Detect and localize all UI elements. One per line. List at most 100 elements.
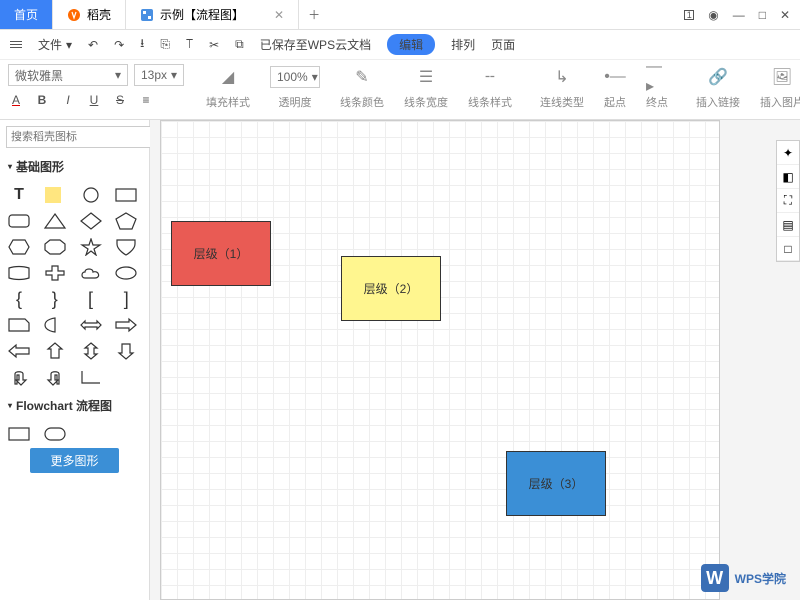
shape-search-input[interactable] <box>6 126 158 148</box>
shape-note[interactable] <box>42 185 68 205</box>
strikethrough-button[interactable]: S <box>112 92 128 108</box>
font-color-button[interactable]: A <box>8 92 24 108</box>
line-end-button[interactable]: —▸终点 <box>640 64 674 110</box>
category-flowchart[interactable]: ▾Flowchart 流程图 <box>0 393 149 418</box>
shape-arrow-u[interactable] <box>42 341 68 361</box>
user-avatar-icon[interactable]: ◉ <box>708 8 718 22</box>
copy-icon[interactable]: ⧉ <box>235 37 244 52</box>
line-style-button[interactable]: ╌线条样式 <box>462 64 518 110</box>
hamburger-icon[interactable] <box>10 41 22 48</box>
line-start-icon: •— <box>604 64 626 90</box>
pencil-icon: ✎ <box>355 64 368 90</box>
category-basic-shapes[interactable]: ▾基础图形 <box>0 154 149 179</box>
insert-image-button[interactable]: 🖼插入图片 <box>754 64 800 110</box>
shape-shield[interactable] <box>113 237 139 257</box>
shape-brace-left[interactable]: { <box>6 289 32 309</box>
shape-uturn-r[interactable] <box>42 367 68 387</box>
tab-home[interactable]: 首页 <box>0 0 53 29</box>
shape-diamond[interactable] <box>78 211 104 231</box>
menu-edit[interactable]: 编辑 <box>387 34 435 55</box>
shape-bracket-right[interactable]: ] <box>113 289 139 309</box>
format-painter-icon[interactable]: ⟙ <box>186 37 193 52</box>
compass-icon[interactable]: ✦ <box>777 141 799 165</box>
shape-drop[interactable] <box>42 315 68 335</box>
shape-card[interactable] <box>6 315 32 335</box>
page-icon[interactable]: □ <box>777 237 799 261</box>
shape-arrow-lr[interactable] <box>78 315 104 335</box>
line-color-button[interactable]: ✎线条颜色 <box>334 64 390 110</box>
fit-icon[interactable]: ⛶ <box>777 189 799 213</box>
menu-page[interactable]: 页面 <box>491 36 515 53</box>
shape-level-3[interactable]: 层级（3） <box>506 451 606 516</box>
bold-button[interactable]: B <box>34 92 50 108</box>
shape-star[interactable] <box>78 237 104 257</box>
fill-style-button[interactable]: ◢填充样式 <box>200 64 256 110</box>
shape-trapezoid[interactable] <box>6 263 32 283</box>
shape-brace-right[interactable]: } <box>42 289 68 309</box>
shape-ellipse[interactable] <box>113 263 139 283</box>
redo-icon[interactable]: ↷ <box>114 38 124 52</box>
undo-icon[interactable]: ↶ <box>88 38 98 52</box>
connector-icon: ↳ <box>555 64 568 90</box>
save-status: 已保存至WPS云文档 <box>260 36 371 53</box>
menu-bar: 文件 ▾ ↶ ↷ ⭳ ⎘ ⟙ ✂ ⧉ 已保存至WPS云文档 编辑 排列 页面 <box>0 30 800 60</box>
line-width-icon: ☰ <box>419 64 433 90</box>
ribbon: 微软雅黑▾ 13px▾ A B I U S ≡ ◢填充样式 100%▾透明度 ✎… <box>0 60 800 120</box>
image-icon: 🖼 <box>772 64 792 90</box>
shape-rect[interactable] <box>113 185 139 205</box>
shape-level-2[interactable]: 层级（2） <box>341 256 441 321</box>
shape-fc-rect[interactable] <box>6 424 32 444</box>
shape-triangle[interactable] <box>42 211 68 231</box>
line-style-icon: ╌ <box>485 64 495 90</box>
shape-bracket-left[interactable]: [ <box>78 289 104 309</box>
more-shapes-button[interactable]: 更多图形 <box>30 448 119 473</box>
export-icon[interactable]: ⎘ <box>160 37 170 52</box>
shape-corner[interactable] <box>78 367 104 387</box>
shape-circle[interactable] <box>78 185 104 205</box>
shape-text[interactable]: T <box>6 185 32 205</box>
shape-roundrect[interactable] <box>6 211 32 231</box>
shape-fc-round[interactable] <box>42 424 68 444</box>
shape-arrow-r[interactable] <box>113 315 139 335</box>
tab-current-file[interactable]: 示例【流程图】 ✕ <box>126 0 299 29</box>
menu-file[interactable]: 文件 ▾ <box>38 36 72 53</box>
shape-arrow-d[interactable] <box>113 341 139 361</box>
menu-arrange[interactable]: 排列 <box>451 36 475 53</box>
outline-icon[interactable]: ▤ <box>777 213 799 237</box>
shape-level-1[interactable]: 层级（1） <box>171 221 271 286</box>
shape-octagon[interactable] <box>42 237 68 257</box>
window-counter[interactable]: 1 <box>684 10 694 20</box>
italic-button[interactable]: I <box>60 92 76 108</box>
window-controls: 1 ◉ — □ ✕ <box>674 0 800 29</box>
cut-icon[interactable]: ✂ <box>209 38 219 52</box>
opacity-button[interactable]: 100%▾透明度 <box>264 64 326 110</box>
font-size-combo[interactable]: 13px▾ <box>134 64 184 86</box>
line-width-button[interactable]: ☰线条宽度 <box>398 64 454 110</box>
shape-pentagon[interactable] <box>113 211 139 231</box>
shape-uturn-l[interactable] <box>6 367 32 387</box>
insert-link-button[interactable]: 🔗插入链接 <box>690 64 746 110</box>
flowchart-file-icon <box>140 8 154 22</box>
underline-button[interactable]: U <box>86 92 102 108</box>
layers-icon[interactable]: ◧ <box>777 165 799 189</box>
tab-docer[interactable]: 稻壳 <box>53 0 126 29</box>
download-icon[interactable]: ⭳ <box>140 34 144 55</box>
align-button[interactable]: ≡ <box>138 92 154 108</box>
shape-arrow-ud[interactable] <box>78 341 104 361</box>
shape-plus[interactable] <box>42 263 68 283</box>
connector-type-button[interactable]: ↳连线类型 <box>534 64 590 110</box>
tab-close-icon[interactable]: ✕ <box>274 8 284 22</box>
window-minimize-icon[interactable]: — <box>733 8 745 22</box>
new-tab-button[interactable]: ＋ <box>299 0 329 29</box>
chevron-down-icon: ▾ <box>8 162 12 171</box>
watermark: W WPS学院 <box>701 564 786 592</box>
window-maximize-icon[interactable]: □ <box>759 8 766 22</box>
font-name-combo[interactable]: 微软雅黑▾ <box>8 64 128 86</box>
window-close-icon[interactable]: ✕ <box>780 8 790 22</box>
shape-hexagon[interactable] <box>6 237 32 257</box>
right-tool-strip: ✦ ◧ ⛶ ▤ □ <box>776 140 800 262</box>
shape-cloud[interactable] <box>78 263 104 283</box>
line-start-button[interactable]: •—起点 <box>598 64 632 110</box>
canvas[interactable]: 层级（1） 层级（2） 层级（3） <box>160 120 720 600</box>
shape-arrow-l[interactable] <box>6 341 32 361</box>
